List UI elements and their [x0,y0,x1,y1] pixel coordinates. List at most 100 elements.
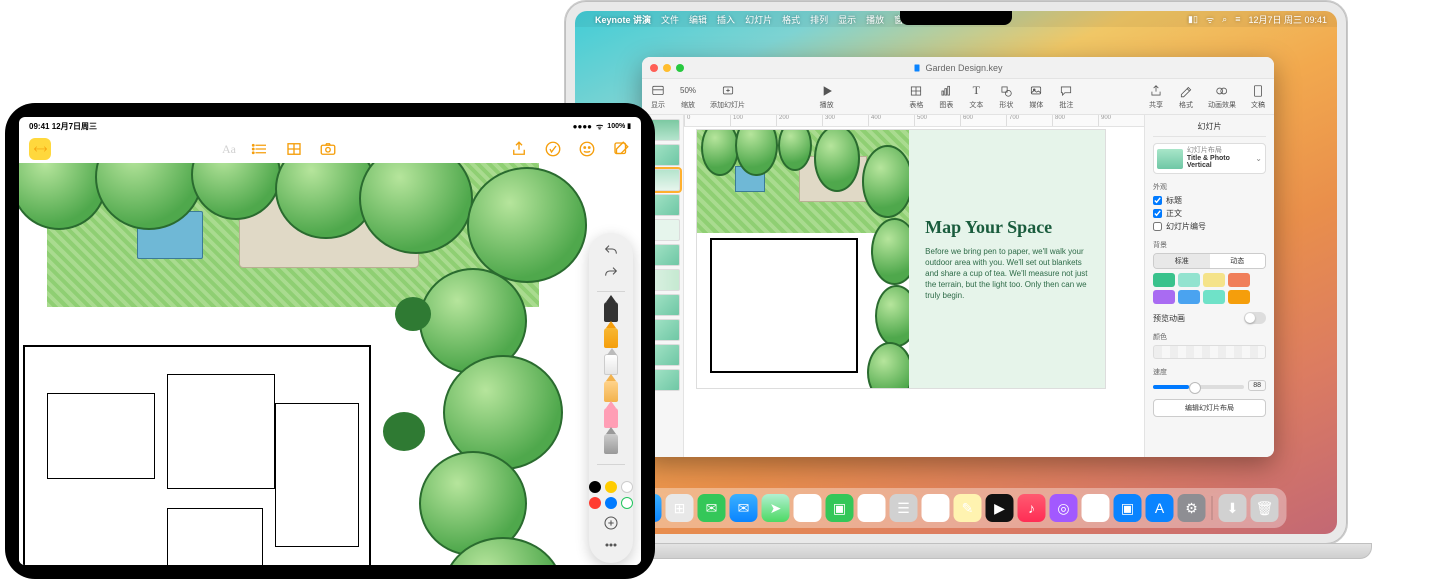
toolbar-share[interactable]: 共享 [1148,84,1164,110]
layout-picker[interactable]: 幻灯片布局 Title & Photo Vertical ⌄ [1153,143,1266,174]
toolbar-shape[interactable]: 形状 [998,84,1014,110]
toolbar-add-slide[interactable]: 添加幻灯片 [710,84,745,110]
more-icon[interactable] [599,537,623,553]
dock-tv[interactable]: ▶ [986,494,1014,522]
swatch[interactable] [1178,273,1200,287]
color-red[interactable] [589,497,601,509]
checkbox-number[interactable]: 幻灯片编号 [1153,221,1266,232]
toolbar-zoom[interactable]: 50% 缩放 [680,84,696,110]
checkbox-title[interactable]: 标题 [1153,195,1266,206]
dock-maps[interactable]: ➤ [762,494,790,522]
ruler-tool[interactable] [604,434,618,454]
swatch[interactable] [1153,290,1175,304]
battery-icon: ▮▯ [1188,14,1198,25]
inspector-tab[interactable]: 幻灯片 [1153,121,1266,137]
dock-safari[interactable]: ✦ [1082,494,1110,522]
text-style-button[interactable]: Aa [222,142,236,157]
menu-arrange[interactable]: 排列 [810,13,828,26]
slide-body[interactable]: Before we bring pen to paper, we'll walk… [925,246,1089,302]
share-icon[interactable] [509,139,529,159]
control-center-icon[interactable]: ≡ [1235,14,1240,24]
swatch[interactable] [1178,290,1200,304]
speed-slider[interactable] [1153,385,1244,389]
preview-toggle[interactable] [1244,312,1266,324]
pencil-tool[interactable] [604,354,618,375]
markup-resize-icon[interactable]: ⤢ [29,138,51,160]
compose-icon[interactable] [611,139,631,159]
menu-slide[interactable]: 幻灯片 [745,13,772,26]
toolbar-table[interactable]: 表格 [908,84,924,110]
crayon-tool[interactable] [604,381,618,401]
dock-appstore[interactable]: A [1146,494,1174,522]
ruler: 0100200300400500600700800900 [684,115,1144,127]
color-blue[interactable] [605,497,617,509]
checkbox-body[interactable]: 正文 [1153,208,1266,219]
swatch[interactable] [1203,290,1225,304]
menu-play[interactable]: 播放 [866,13,884,26]
menu-edit[interactable]: 编辑 [689,13,707,26]
toolbar-media[interactable]: 媒体 [1028,84,1044,110]
dock-podcasts[interactable]: ◎ [1050,494,1078,522]
menu-view[interactable]: 显示 [838,13,856,26]
markup-icon[interactable] [543,139,563,159]
menu-format[interactable]: 格式 [782,13,800,26]
dock-keynote[interactable]: ▣ [1114,494,1142,522]
background-segmented[interactable]: 标准 动态 [1153,253,1266,269]
color-green-selected[interactable] [621,497,633,509]
swatch[interactable] [1228,290,1250,304]
color-track[interactable] [1153,345,1266,359]
app-menu[interactable]: Keynote 讲演 [595,13,651,26]
undo-icon[interactable] [599,243,623,259]
speed-value[interactable]: 88 [1248,380,1266,391]
marker-tool[interactable] [604,328,618,348]
toolbar-comment[interactable]: 批注 [1058,84,1074,110]
dock-downloads[interactable]: ⬇ [1219,494,1247,522]
swatch[interactable] [1153,273,1175,287]
toolbar-text[interactable]: T 文本 [968,84,984,110]
dock-contacts[interactable]: ☰ [890,494,918,522]
redo-icon[interactable] [599,265,623,281]
toolbar-format[interactable]: 格式 [1178,84,1194,110]
toolbar-document[interactable]: 文稿 [1250,84,1266,110]
swatch[interactable] [1203,273,1225,287]
dock-music[interactable]: ♪ [1018,494,1046,522]
slide[interactable]: Map Your Space Before we bring pen to pa… [696,129,1106,389]
slide-canvas-area[interactable]: 0100200300400500600700800900 [684,115,1144,457]
color-white[interactable] [621,481,633,493]
toolbar-view[interactable]: 显示 [650,84,666,110]
menu-file[interactable]: 文件 [661,13,679,26]
dock-settings[interactable]: ⚙ [1178,494,1206,522]
dock-trash[interactable]: 🗑 [1251,494,1279,522]
dock-mail[interactable]: ✉ [730,494,758,522]
color-black[interactable] [589,481,601,493]
toolbar-animate[interactable]: 动画效果 [1208,84,1236,110]
color-yellow[interactable] [605,481,617,493]
emoji-icon[interactable] [577,139,597,159]
swatch[interactable] [1228,273,1250,287]
background-swatches[interactable] [1153,273,1266,304]
search-icon[interactable]: ⌕ [1222,14,1227,25]
toolbar-chart[interactable]: 图表 [938,84,954,110]
add-icon[interactable] [599,515,623,531]
edit-layout-button[interactable]: 编辑幻灯片布局 [1153,399,1266,417]
pen-tool[interactable] [604,302,618,322]
dock-calendar[interactable]: 7 [858,494,886,522]
markup-canvas[interactable] [19,163,641,565]
menu-insert[interactable]: 插入 [717,13,735,26]
camera-icon[interactable] [318,139,338,159]
eraser-tool[interactable] [604,408,618,428]
list-icon[interactable] [250,139,270,159]
slide-heading[interactable]: Map Your Space [925,217,1089,238]
dock-photos[interactable]: ✿ [794,494,822,522]
dock-messages[interactable]: ✉ [698,494,726,522]
toolbar-play[interactable]: 播放 [819,84,835,110]
color-palette [589,481,633,509]
dock-launchpad[interactable]: ⊞ [666,494,694,522]
menubar-clock[interactable]: 12月7日 周三 09:41 [1248,13,1327,26]
dock-reminders[interactable]: ☑ [922,494,950,522]
slide-text-block[interactable]: Map Your Space Before we bring pen to pa… [909,130,1105,388]
table-icon[interactable] [284,139,304,159]
dock-facetime[interactable]: ▣ [826,494,854,522]
format-inspector: 幻灯片 幻灯片布局 Title & Photo Vertical ⌄ 外 [1144,115,1274,457]
dock-notes[interactable]: ✎ [954,494,982,522]
